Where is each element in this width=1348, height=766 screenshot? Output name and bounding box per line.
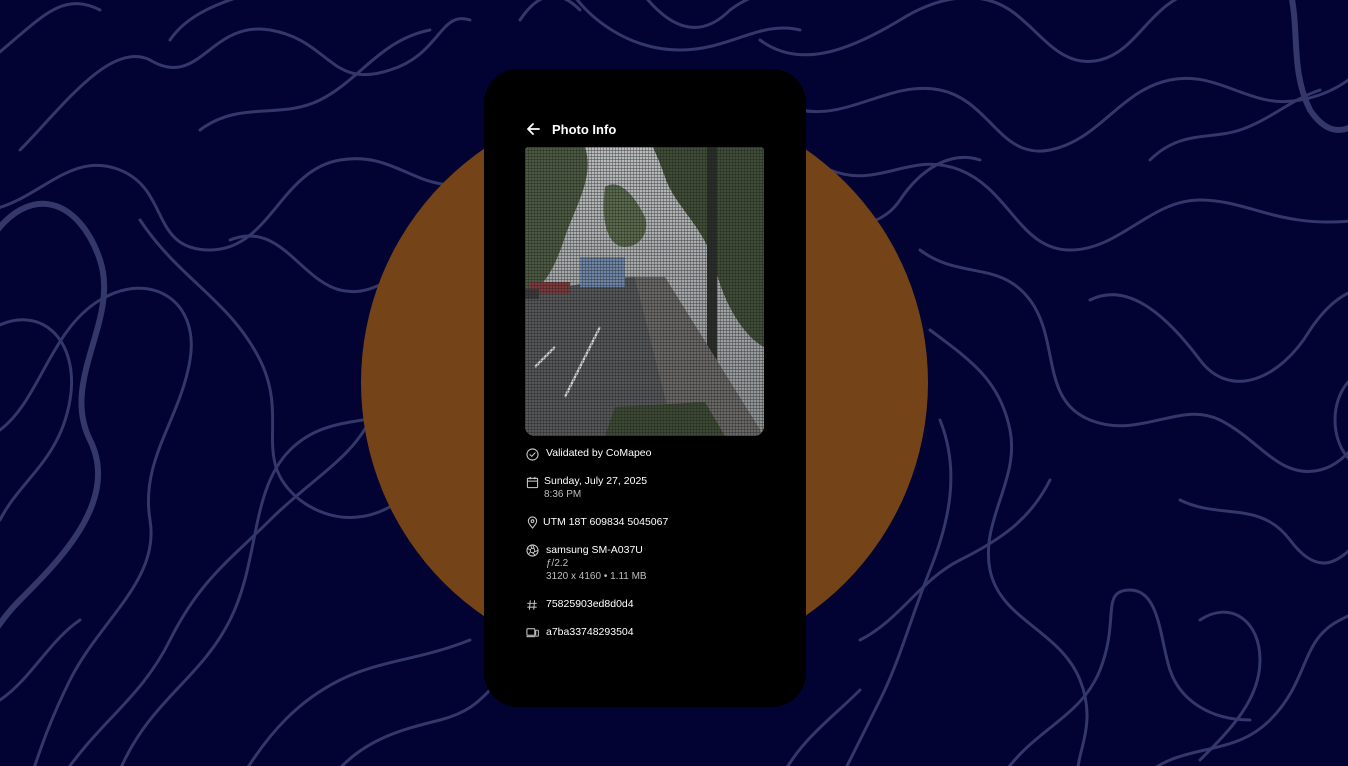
devices-icon [525, 626, 539, 640]
app-header: Photo Info [524, 119, 616, 139]
arrow-left-icon [527, 123, 540, 135]
page-title: Photo Info [552, 121, 617, 137]
hash-row: 75825903ed8d0d4 [525, 597, 775, 612]
location-pin-icon [525, 516, 539, 530]
phone-frame: Photo Info Validated by CoMapeo Sunday, … [484, 69, 806, 707]
camera-row: samsung SM-A037U ƒ/2.2 3120 x 4160 • 1.1… [525, 543, 775, 584]
device-id-value: a7ba33748293504 [546, 625, 634, 638]
validation-row: Validated by CoMapeo [525, 446, 775, 461]
photo-details: Validated by CoMapeo Sunday, July 27, 20… [525, 446, 775, 653]
capture-time-row: Sunday, July 27, 2025 8:36 PM [525, 474, 775, 502]
camera-aperture: ƒ/2.2 [546, 557, 569, 569]
device-id-row: a7ba33748293504 [525, 625, 775, 640]
validation-label: Validated by CoMapeo [546, 447, 652, 459]
location-value: UTM 18T 609834 5045067 [543, 515, 669, 528]
hash-icon [525, 598, 539, 612]
aperture-icon [525, 544, 539, 558]
photo-preview[interactable] [525, 147, 764, 436]
camera-device: samsung SM-A037U [546, 543, 643, 556]
capture-time: 8:36 PM [544, 489, 582, 500]
capture-date: Sunday, July 27, 2025 [544, 475, 648, 487]
hash-value: 75825903ed8d0d4 [546, 597, 634, 610]
background: Photo Info Validated by CoMapeo Sunday, … [0, 0, 1348, 766]
back-button[interactable] [524, 120, 542, 138]
calendar-icon [525, 475, 539, 489]
location-row: UTM 18T 609834 5045067 [525, 515, 775, 530]
photo-image [525, 147, 764, 436]
check-circle-icon [525, 447, 539, 461]
image-size: 3120 x 4160 • 1.11 MB [546, 571, 647, 582]
